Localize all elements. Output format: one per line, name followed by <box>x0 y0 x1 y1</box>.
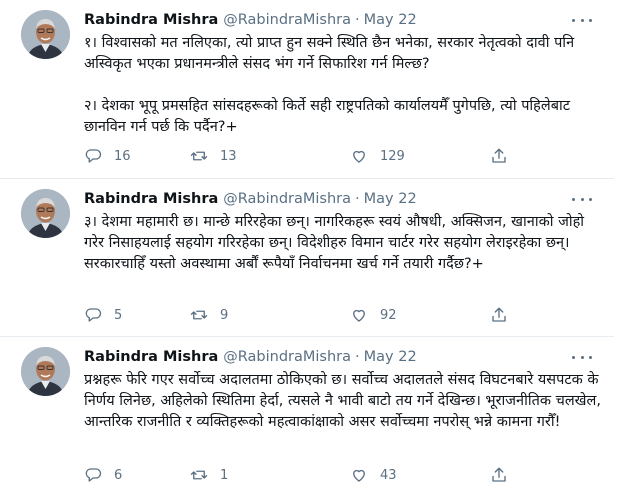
author-handle[interactable]: @RabindraMishra <box>223 347 351 367</box>
avatar[interactable] <box>21 347 70 396</box>
like-count: 92 <box>380 307 397 323</box>
reply-button[interactable]: 16 <box>84 146 131 166</box>
reply-icon <box>85 468 102 482</box>
more-options-icon[interactable] <box>572 349 592 365</box>
reply-count: 6 <box>114 467 123 483</box>
author-name[interactable]: Rabindra Mishra <box>84 189 218 209</box>
share-button[interactable] <box>490 465 508 485</box>
share-icon <box>492 467 506 482</box>
tweet[interactable]: Rabindra Mishra @RabindraMishra · May 22… <box>0 179 614 337</box>
separator: · <box>355 349 360 365</box>
more-options-icon[interactable] <box>572 12 592 28</box>
share-icon <box>492 307 506 322</box>
author-handle[interactable]: @RabindraMishra <box>223 189 351 209</box>
retweet-count: 1 <box>220 467 229 483</box>
like-count: 43 <box>380 467 397 483</box>
tweet-actions: 6 1 43 <box>84 465 514 485</box>
retweet-count: 13 <box>220 148 237 164</box>
timeline: Rabindra Mishra @RabindraMishra · May 22… <box>0 0 629 500</box>
retweet-icon <box>190 310 208 320</box>
retweet-count: 9 <box>220 307 229 323</box>
share-button[interactable] <box>490 305 508 325</box>
avatar[interactable] <box>21 10 70 59</box>
tweet[interactable]: Rabindra Mishra @RabindraMishra · May 22… <box>0 337 614 497</box>
share-icon <box>492 148 506 163</box>
retweet-icon <box>190 151 208 161</box>
author-name[interactable]: Rabindra Mishra <box>84 10 218 30</box>
tweet-text: ३। देशमा महामारी छ। मान्छे मरिरहेका छन्।… <box>84 214 585 272</box>
tweet-text: प्रश्नहरू फेरि गएर सर्वोच्च अदालतमा ठोकि… <box>84 372 601 430</box>
like-button[interactable]: 92 <box>350 305 397 325</box>
tweet-actions: 5 9 92 <box>84 305 514 325</box>
reply-icon <box>85 149 102 163</box>
like-button[interactable]: 43 <box>350 465 397 485</box>
avatar[interactable] <box>21 189 70 238</box>
reply-count: 5 <box>114 307 123 323</box>
tweet-header: Rabindra Mishra @RabindraMishra · May 22 <box>84 189 417 209</box>
retweet-button[interactable]: 1 <box>190 465 228 485</box>
retweet-button[interactable]: 9 <box>190 305 228 325</box>
reply-count: 16 <box>114 148 131 164</box>
tweet-actions: 16 13 129 <box>84 146 514 166</box>
heart-icon <box>353 309 365 322</box>
tweet-header: Rabindra Mishra @RabindraMishra · May 22 <box>84 10 417 30</box>
tweet-date[interactable]: May 22 <box>364 10 417 30</box>
reply-button[interactable]: 6 <box>84 465 122 485</box>
tweet-date[interactable]: May 22 <box>364 189 417 209</box>
heart-icon <box>353 150 365 163</box>
separator: · <box>355 12 360 28</box>
author-handle[interactable]: @RabindraMishra <box>223 10 351 30</box>
share-button[interactable] <box>490 146 508 166</box>
retweet-button[interactable]: 13 <box>190 146 237 166</box>
like-button[interactable]: 129 <box>350 146 405 166</box>
tweet-text: १। विश्वासको मत नलिएका, त्यो प्राप्त हुन… <box>84 35 575 135</box>
retweet-icon <box>190 470 208 480</box>
tweet-date[interactable]: May 22 <box>364 347 417 367</box>
heart-icon <box>353 469 365 482</box>
tweet-header: Rabindra Mishra @RabindraMishra · May 22 <box>84 347 417 367</box>
like-count: 129 <box>380 148 405 164</box>
more-options-icon[interactable] <box>572 191 592 207</box>
separator: · <box>355 191 360 207</box>
author-name[interactable]: Rabindra Mishra <box>84 347 218 367</box>
reply-button[interactable]: 5 <box>84 305 122 325</box>
tweet[interactable]: Rabindra Mishra @RabindraMishra · May 22… <box>0 0 614 179</box>
reply-icon <box>85 308 102 322</box>
